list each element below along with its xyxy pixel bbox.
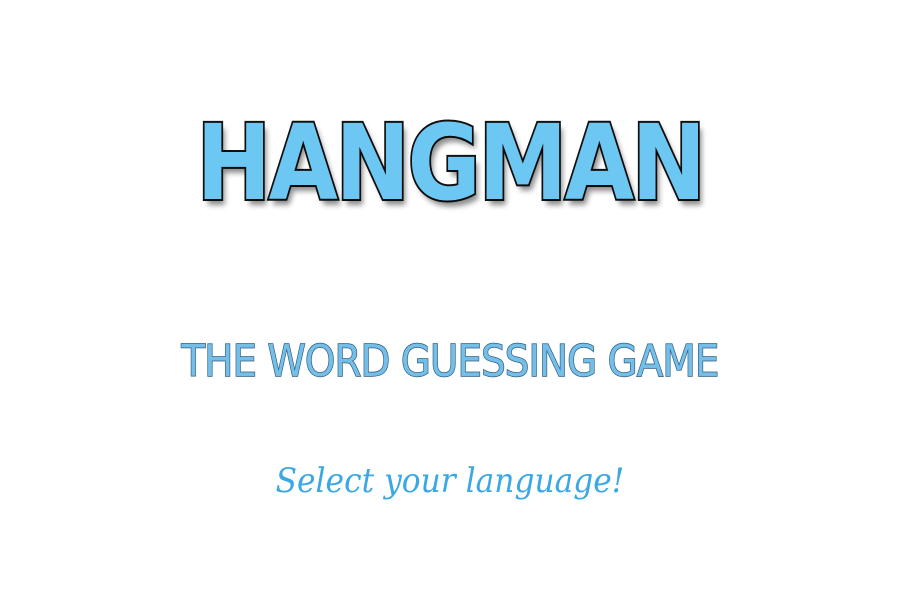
title-screen: HANGMAN THE WORD GUESSING GAME Select yo… xyxy=(0,0,900,600)
game-title: HANGMAN xyxy=(195,100,708,226)
select-language-prompt[interactable]: Select your language! xyxy=(36,456,864,506)
game-subtitle: THE WORD GUESSING GAME xyxy=(181,335,720,388)
